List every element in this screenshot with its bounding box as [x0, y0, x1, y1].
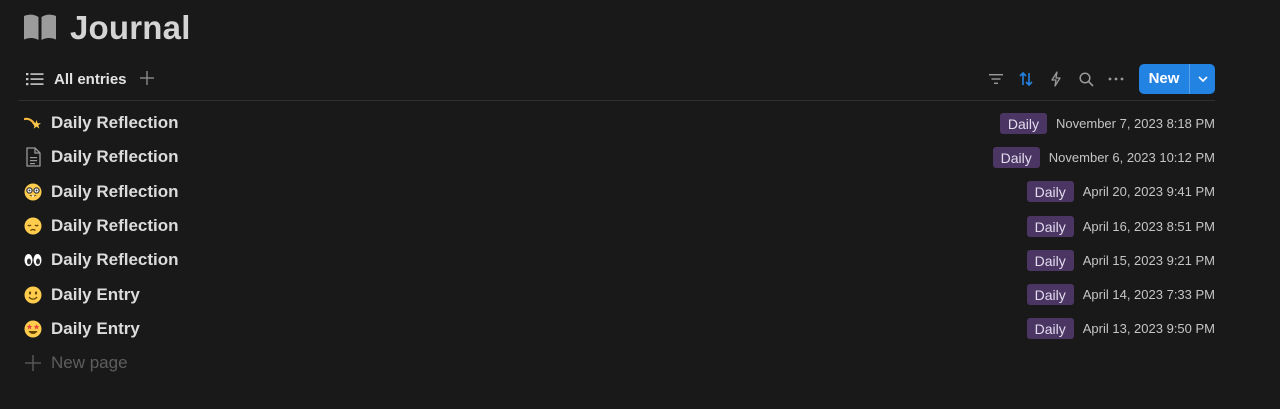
- row-meta: Daily November 7, 2023 8:18 PM: [999, 106, 1215, 140]
- filter-button[interactable]: [983, 66, 1009, 92]
- row-date: November 6, 2023 10:12 PM: [1048, 149, 1215, 165]
- row-title: Daily Reflection: [51, 250, 179, 270]
- list-item[interactable]: Daily Reflection Daily April 15, 2023 9:…: [18, 243, 1215, 277]
- pensive-face-icon: [23, 216, 43, 236]
- journal-page: Journal All entries New Daily Reflection…: [0, 0, 1280, 409]
- row-date: April 16, 2023 8:51 PM: [1082, 218, 1215, 234]
- row-title: Daily Entry: [51, 284, 140, 304]
- tag-badge: Daily: [1026, 284, 1074, 306]
- tag-badge: Daily: [1026, 318, 1074, 340]
- view-tab-label: All entries: [54, 70, 127, 88]
- list-item[interactable]: Daily Entry Daily April 13, 2023 9:50 PM: [18, 312, 1215, 346]
- search-icon: [1078, 71, 1094, 87]
- row-meta: Daily April 20, 2023 9:41 PM: [1026, 175, 1215, 209]
- list-item[interactable]: Daily Reflection Daily April 16, 2023 8:…: [18, 209, 1215, 243]
- row-title: Daily Reflection: [51, 147, 179, 167]
- more-options-button[interactable]: [1103, 66, 1129, 92]
- more-icon: [1108, 77, 1124, 81]
- view-tab-all-entries[interactable]: All entries: [26, 67, 127, 91]
- tag-badge: Daily: [1026, 249, 1074, 271]
- row-title: Daily Reflection: [51, 181, 179, 201]
- automation-icon: [1051, 71, 1061, 87]
- book-icon[interactable]: [22, 12, 58, 44]
- new-button-label[interactable]: New: [1139, 64, 1190, 94]
- list-item[interactable]: Daily Reflection Daily November 6, 2023 …: [18, 140, 1215, 174]
- row-date: April 20, 2023 9:41 PM: [1082, 184, 1215, 200]
- row-title: Daily Entry: [51, 318, 140, 338]
- sort-button[interactable]: [1013, 66, 1039, 92]
- tag-badge: Daily: [1026, 181, 1074, 203]
- row-date: April 15, 2023 9:21 PM: [1082, 252, 1215, 268]
- sort-icon: [1019, 71, 1033, 87]
- tag-badge: Daily: [1026, 215, 1074, 237]
- smiling-face-icon: [23, 285, 43, 305]
- page-icon: [23, 147, 43, 168]
- list-icon: [26, 73, 44, 86]
- row-date: November 7, 2023 8:18 PM: [1056, 115, 1215, 131]
- new-page-label: New page: [51, 353, 128, 372]
- database-view-bar: All entries New: [18, 61, 1215, 101]
- list-item[interactable]: Daily Entry Daily April 14, 2023 7:33 PM: [18, 277, 1215, 311]
- filter-icon: [989, 74, 1003, 84]
- row-title: Daily Reflection: [51, 113, 179, 133]
- star-struck-icon: [23, 319, 43, 339]
- tag-badge: Daily: [999, 112, 1048, 134]
- row-meta: Daily November 6, 2023 10:12 PM: [992, 140, 1215, 174]
- nerd-face-icon: [23, 182, 43, 202]
- row-meta: Daily April 16, 2023 8:51 PM: [1026, 209, 1215, 243]
- chevron-down-icon: [1197, 76, 1208, 82]
- page-title[interactable]: Journal: [70, 9, 191, 47]
- new-button-dropdown[interactable]: [1190, 64, 1215, 94]
- search-button[interactable]: [1073, 66, 1099, 92]
- row-meta: Daily April 14, 2023 7:33 PM: [1026, 277, 1215, 311]
- entries-list: Daily Reflection Daily November 7, 2023 …: [18, 106, 1215, 346]
- page-header: Journal: [22, 6, 191, 50]
- automation-button[interactable]: [1043, 66, 1069, 92]
- new-button[interactable]: New: [1139, 64, 1215, 94]
- shooting-star-icon: [23, 113, 43, 133]
- eyes-icon: [23, 250, 43, 270]
- row-meta: Daily April 15, 2023 9:21 PM: [1026, 243, 1215, 277]
- row-meta: Daily April 13, 2023 9:50 PM: [1026, 312, 1215, 346]
- plus-icon: [25, 355, 41, 371]
- row-date: April 14, 2023 7:33 PM: [1082, 287, 1215, 303]
- tag-badge: Daily: [992, 146, 1040, 168]
- list-item[interactable]: Daily Reflection Daily November 7, 2023 …: [18, 106, 1215, 140]
- list-item[interactable]: Daily Reflection Daily April 20, 2023 9:…: [18, 175, 1215, 209]
- new-page-button[interactable]: New page: [24, 351, 128, 375]
- row-date: April 13, 2023 9:50 PM: [1082, 321, 1215, 337]
- view-toolbar: New: [979, 63, 1215, 95]
- add-view-button[interactable]: [138, 67, 156, 89]
- row-title: Daily Reflection: [51, 216, 179, 236]
- plus-icon: [140, 71, 154, 85]
